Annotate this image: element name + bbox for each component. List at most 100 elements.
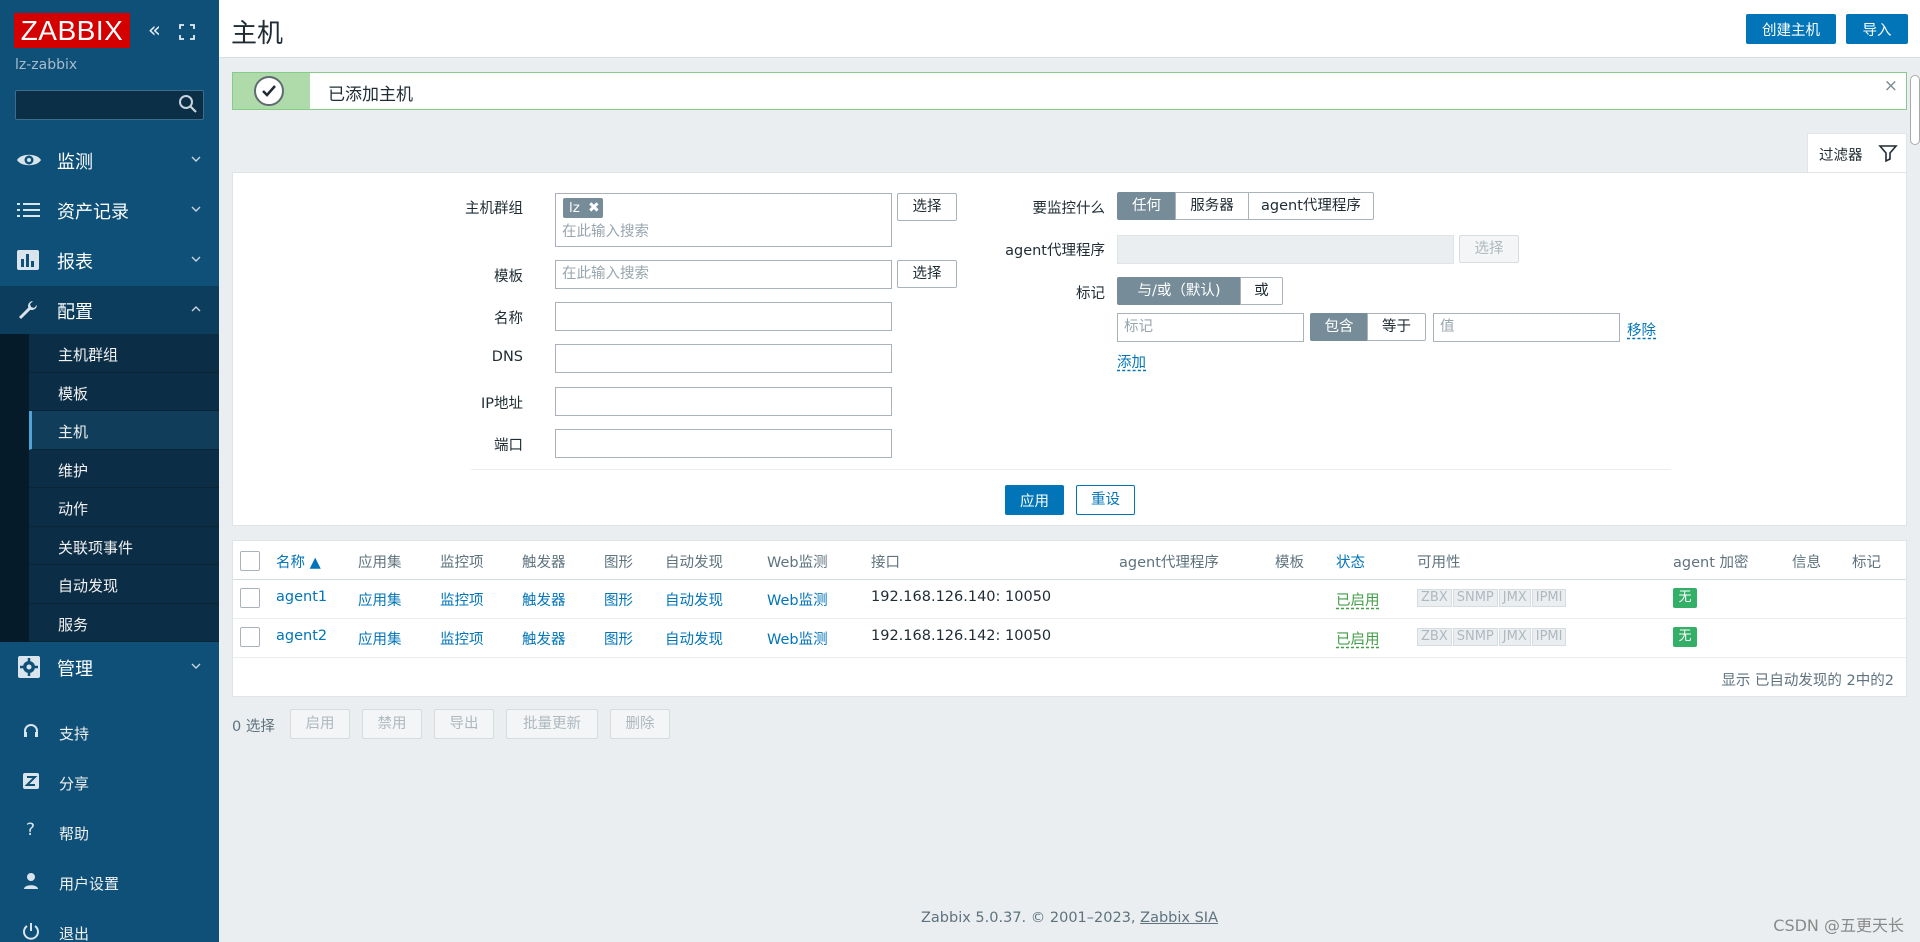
bar-chart-icon xyxy=(17,250,39,270)
page-footer: Zabbix 5.0.37. © 2001–2023, Zabbix SIA xyxy=(219,910,1920,926)
import-button[interactable]: 导入 xyxy=(1846,14,1908,44)
col-items: 监控项 xyxy=(440,555,484,571)
submenu-discovery[interactable]: 自动发现 xyxy=(29,565,219,604)
mass-update-button[interactable]: 批量更新 xyxy=(506,709,598,739)
filter-tab[interactable]: 过滤器 xyxy=(1807,133,1907,173)
availability-badges: ZBX SNMP JMX IPMI xyxy=(1417,589,1567,607)
kiosk-mode-icon[interactable] xyxy=(178,20,196,48)
chevron-down-icon xyxy=(191,156,201,162)
disable-button[interactable]: 禁用 xyxy=(362,709,422,739)
tag-name-input[interactable]: 标记 xyxy=(1117,313,1304,342)
submenu-templates[interactable]: 模板 xyxy=(29,373,219,411)
export-button[interactable]: 导出 xyxy=(434,709,494,739)
util-logout[interactable]: 退出 xyxy=(0,910,219,942)
delete-button[interactable]: 删除 xyxy=(610,709,670,739)
submenu-maintenance[interactable]: 维护 xyxy=(29,450,219,488)
reset-button[interactable]: 重设 xyxy=(1076,485,1135,515)
monitored-by-proxy[interactable]: agent代理程序 xyxy=(1248,192,1374,220)
interface-value: 192.168.126.142: 10050 xyxy=(871,628,1052,644)
enable-button[interactable]: 启用 xyxy=(290,709,350,739)
zabbix-logo[interactable]: ZABBIX xyxy=(14,13,130,48)
page-header: 主机 创建主机 导入 xyxy=(219,0,1920,58)
tags-or[interactable]: 或 xyxy=(1240,277,1283,305)
util-help[interactable]: ? 帮助 xyxy=(0,810,219,854)
items-link[interactable]: 监控项 xyxy=(440,628,484,649)
host-name-link[interactable]: agent1 xyxy=(276,589,327,605)
scrollbar[interactable] xyxy=(1910,75,1920,145)
sidebar-search-input[interactable] xyxy=(15,90,204,120)
nav-reports-label: 报表 xyxy=(57,252,93,273)
tags-and-or[interactable]: 与/或（默认) xyxy=(1117,277,1241,305)
host-name-link[interactable]: agent2 xyxy=(276,628,327,644)
status-link[interactable]: 已启用 xyxy=(1336,589,1380,610)
submenu-event-correlation[interactable]: 关联项事件 xyxy=(29,527,219,565)
tag-match-equals[interactable]: 等于 xyxy=(1367,313,1426,341)
template-search-input[interactable]: 在此输入搜索 xyxy=(555,260,892,289)
triggers-link[interactable]: 触发器 xyxy=(522,589,566,610)
name-input[interactable] xyxy=(555,302,892,331)
monitored-by-any[interactable]: 任何 xyxy=(1117,192,1176,220)
web-link[interactable]: Web监测 xyxy=(767,589,828,610)
submenu-label: 自动发现 xyxy=(58,577,119,595)
submenu-services[interactable]: 服务 xyxy=(29,604,219,642)
util-support[interactable]: 支持 xyxy=(0,710,219,754)
status-link[interactable]: 已启用 xyxy=(1336,628,1380,649)
page-title: 主机 xyxy=(231,19,284,49)
nav-monitoring[interactable]: 监测 xyxy=(0,136,219,184)
dns-input[interactable] xyxy=(555,344,892,373)
collapse-sidebar-icon[interactable]: « xyxy=(148,16,161,44)
row-checkbox[interactable] xyxy=(240,627,260,647)
col-web: Web监测 xyxy=(767,555,828,571)
tag-remove-link[interactable]: 移除 xyxy=(1627,319,1656,340)
host-group-select-button[interactable]: 选择 xyxy=(897,193,957,221)
col-name[interactable]: 名称 ▲ xyxy=(276,551,321,572)
nav-reports[interactable]: 报表 xyxy=(0,236,219,284)
col-triggers: 触发器 xyxy=(522,555,566,571)
applications-link[interactable]: 应用集 xyxy=(358,589,402,610)
search-icon[interactable] xyxy=(178,94,198,114)
create-host-button[interactable]: 创建主机 xyxy=(1746,14,1836,44)
ip-label: IP地址 xyxy=(480,396,523,412)
nav-inventory-label: 资产记录 xyxy=(57,202,129,223)
graphs-link[interactable]: 图形 xyxy=(604,628,633,649)
port-input[interactable] xyxy=(555,429,892,458)
items-link[interactable]: 监控项 xyxy=(440,589,484,610)
chip-remove-icon[interactable]: ✖ xyxy=(588,198,600,218)
nav-inventory[interactable]: 资产记录 xyxy=(0,186,219,234)
template-select-button[interactable]: 选择 xyxy=(897,260,957,288)
port-label: 端口 xyxy=(494,438,523,454)
util-label: 支持 xyxy=(59,725,90,743)
submenu-actions[interactable]: 动作 xyxy=(29,488,219,527)
submenu-host-groups[interactable]: 主机群组 xyxy=(29,334,219,373)
row-checkbox[interactable] xyxy=(240,588,260,608)
web-link[interactable]: Web监测 xyxy=(767,628,828,649)
tags-label: 标记 xyxy=(1076,286,1105,302)
col-status[interactable]: 状态 xyxy=(1336,551,1365,572)
tag-match-contains[interactable]: 包含 xyxy=(1310,313,1368,341)
applications-link[interactable]: 应用集 xyxy=(358,628,402,649)
triggers-link[interactable]: 触发器 xyxy=(522,628,566,649)
util-label: 分享 xyxy=(59,775,90,793)
discovery-link[interactable]: 自动发现 xyxy=(665,589,723,610)
col-encryption: agent 加密 xyxy=(1673,555,1749,571)
tag-value-input[interactable]: 值 xyxy=(1433,313,1620,342)
footer-link[interactable]: Zabbix SIA xyxy=(1140,910,1218,926)
sidebar: ZABBIX « lz-zabbix 监测 资产记录 报表 配置 主机群组 模板… xyxy=(0,0,219,942)
submenu-label: 服务 xyxy=(58,615,89,634)
nav-configuration[interactable]: 配置 xyxy=(0,286,219,334)
nav-administration[interactable]: 管理 xyxy=(0,643,219,691)
monitored-by-server[interactable]: 服务器 xyxy=(1175,192,1249,220)
graphs-link[interactable]: 图形 xyxy=(604,589,633,610)
ip-input[interactable] xyxy=(555,387,892,416)
discovery-link[interactable]: 自动发现 xyxy=(665,628,723,649)
host-group-multiselect[interactable]: lz ✖ 在此输入搜索 xyxy=(555,193,892,247)
util-user-settings[interactable]: 用户设置 xyxy=(0,860,219,904)
submenu-hosts[interactable]: 主机 xyxy=(29,411,219,450)
tag-add-link[interactable]: 添加 xyxy=(1117,351,1146,372)
selected-count: 0 选择 xyxy=(232,719,275,735)
close-icon[interactable]: × xyxy=(1884,76,1898,96)
select-all-checkbox[interactable] xyxy=(240,551,260,571)
util-share[interactable]: 分享 xyxy=(0,760,219,804)
proxy-input xyxy=(1117,235,1454,264)
apply-button[interactable]: 应用 xyxy=(1005,485,1064,515)
